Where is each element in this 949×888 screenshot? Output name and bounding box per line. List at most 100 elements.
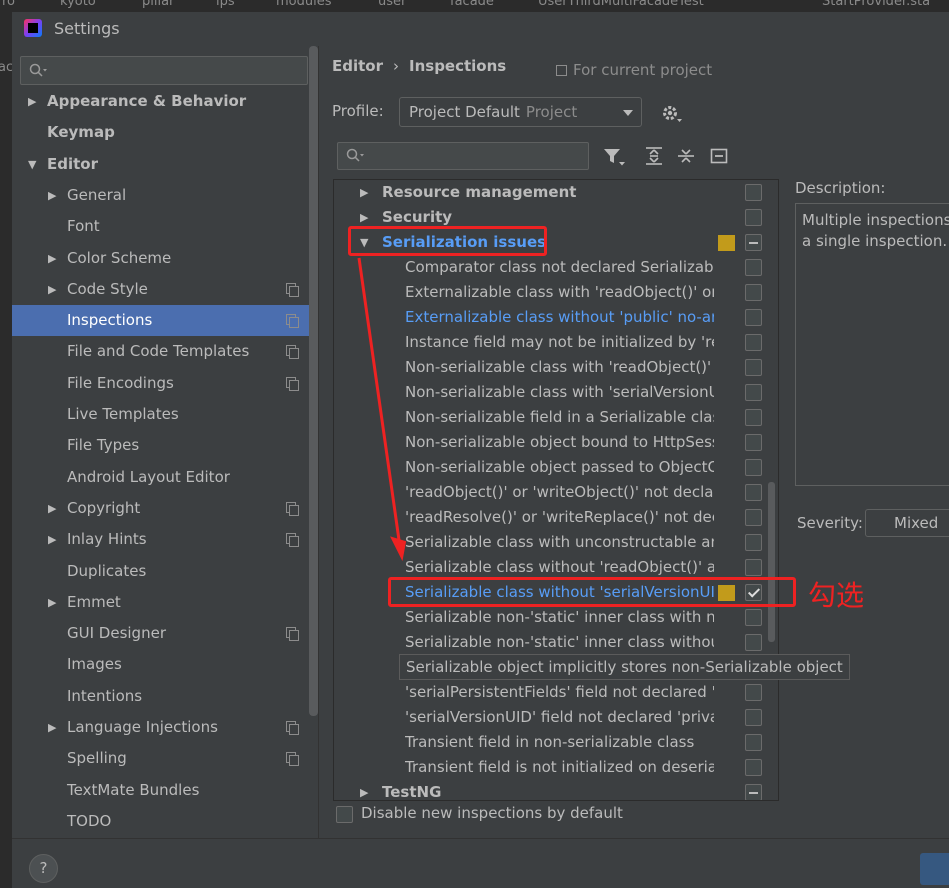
inspection-checkbox[interactable] <box>745 684 762 701</box>
sidebar-item-gui-designer[interactable]: GUI Designer <box>12 618 318 649</box>
inspection-checkbox[interactable] <box>745 309 762 326</box>
inspection-checkbox[interactable] <box>745 234 762 251</box>
sidebar-item-appearance-behavior[interactable]: ▶ Appearance & Behavior <box>12 86 318 117</box>
sidebar-item-inspections[interactable]: Inspections <box>12 305 318 337</box>
inspection-checkbox[interactable] <box>745 359 762 376</box>
inspection-label: Resource management <box>382 183 577 201</box>
inspection-checkbox[interactable] <box>745 609 762 626</box>
inspection-checkbox[interactable] <box>745 709 762 726</box>
inspection-row[interactable]: Externalizable class with 'readObject()'… <box>334 280 764 305</box>
inspection-row[interactable]: Non-serializable object passed to Object… <box>334 455 764 480</box>
sidebar-item-code-style[interactable]: ▶ Code Style <box>12 274 318 305</box>
chevron-right-icon[interactable]: ▶ <box>360 780 368 800</box>
collapse-all-icon[interactable] <box>676 146 696 166</box>
inspection-label: Non-serializable field in a Serializable… <box>405 408 714 426</box>
chevron-right-icon[interactable]: ▶ <box>48 524 58 555</box>
sidebar-item-file-encodings[interactable]: File Encodings <box>12 368 318 399</box>
inspection-row[interactable]: 'serialPersistentFields' field not decla… <box>334 680 764 705</box>
sidebar-item-android-layout-editor[interactable]: Android Layout Editor <box>12 462 318 493</box>
help-button[interactable]: ? <box>29 854 58 883</box>
chevron-down-icon[interactable]: ▼ <box>28 149 38 180</box>
inspection-checkbox[interactable] <box>745 334 762 351</box>
inspection-checkbox[interactable] <box>745 209 762 226</box>
inspection-row[interactable]: Serializable class with unconstructable … <box>334 530 764 555</box>
inspection-checkbox[interactable] <box>745 559 762 576</box>
sidebar-item-editor[interactable]: ▼ Editor <box>12 149 318 180</box>
inspection-checkbox[interactable] <box>745 759 762 776</box>
inspection-row[interactable]: Transient field in non-serializable clas… <box>334 730 764 755</box>
inspection-row[interactable]: Externalizable class without 'public' no… <box>334 305 764 330</box>
gear-icon[interactable] <box>660 103 684 125</box>
sidebar-item-images[interactable]: Images <box>12 649 318 680</box>
inspection-checkbox[interactable] <box>745 459 762 476</box>
sidebar-item-font[interactable]: Font <box>12 211 318 242</box>
inspection-row[interactable]: Transient field is not initialized on de… <box>334 755 764 780</box>
inspection-tree-scrollbar[interactable] <box>768 482 775 642</box>
inspection-row[interactable]: Serializable non-'static' inner class wi… <box>334 605 764 630</box>
sidebar-scrollbar[interactable] <box>309 46 318 716</box>
chevron-right-icon[interactable]: ▶ <box>48 243 58 274</box>
inspection-row[interactable]: Comparator class not declared Serializab… <box>334 255 764 280</box>
sidebar-item-language-injections[interactable]: ▶ Language Injections <box>12 712 318 743</box>
chevron-right-icon[interactable]: ▶ <box>28 86 38 117</box>
sidebar-item-label: Intentions <box>67 686 143 705</box>
inspection-checkbox[interactable] <box>745 284 762 301</box>
chevron-right-icon[interactable]: ▶ <box>48 712 58 743</box>
inspection-checkbox[interactable] <box>745 484 762 501</box>
chevron-right-icon[interactable]: ▶ <box>48 493 58 524</box>
inspection-checkbox[interactable] <box>745 434 762 451</box>
sidebar-item-color-scheme[interactable]: ▶ Color Scheme <box>12 243 318 274</box>
inspection-row[interactable]: Instance field may not be initialized by… <box>334 330 764 355</box>
breadcrumb-parent[interactable]: Editor <box>332 57 383 75</box>
inspection-row[interactable]: Non-serializable field in a Serializable… <box>334 405 764 430</box>
profile-dropdown[interactable]: Project Default Project <box>399 97 642 127</box>
sidebar-item-label: Images <box>67 655 122 674</box>
inspection-checkbox[interactable] <box>745 734 762 751</box>
inspection-checkbox[interactable] <box>745 634 762 651</box>
chevron-right-icon[interactable]: ▶ <box>48 180 58 211</box>
sidebar-item-emmet[interactable]: ▶ Emmet <box>12 587 318 618</box>
sidebar-item-live-templates[interactable]: Live Templates <box>12 399 318 430</box>
severity-dropdown[interactable]: Mixed <box>865 509 949 537</box>
chevron-right-icon[interactable]: ▶ <box>360 180 368 205</box>
settings-search-input[interactable] <box>20 56 308 85</box>
window-titlebar: Settings <box>12 12 949 46</box>
filter-icon[interactable] <box>602 146 626 168</box>
expand-all-icon[interactable] <box>644 146 664 166</box>
sidebar-item-file-types[interactable]: File Types <box>12 430 318 461</box>
inspection-row[interactable]: Serializable non-'static' inner class wi… <box>334 630 764 655</box>
inspection-label: Non-serializable class with 'serialVersi… <box>405 383 714 401</box>
inspection-checkbox[interactable] <box>745 509 762 526</box>
sidebar-item-todo[interactable]: TODO <box>12 806 318 837</box>
inspection-row[interactable]: Non-serializable class with 'serialVersi… <box>334 380 764 405</box>
sidebar-item-general[interactable]: ▶ General <box>12 180 318 211</box>
inspection-checkbox[interactable] <box>745 184 762 201</box>
sidebar-item-file-and-code-templates[interactable]: File and Code Templates <box>12 336 318 367</box>
sidebar-item-duplicates[interactable]: Duplicates <box>12 556 318 587</box>
disable-new-checkbox[interactable] <box>336 806 353 823</box>
ok-button[interactable] <box>920 853 949 885</box>
inspection-checkbox[interactable] <box>745 784 762 800</box>
inspection-row[interactable]: 'serialVersionUID' field not declared 'p… <box>334 705 764 730</box>
inspection-category-row[interactable]: ▶ TestNG <box>334 780 764 800</box>
inspection-row[interactable]: 'readObject()' or 'writeObject()' not de… <box>334 480 764 505</box>
inspection-row[interactable]: 'readResolve()' or 'writeReplace()' not … <box>334 505 764 530</box>
inspection-search-input[interactable] <box>337 142 589 170</box>
sidebar-item-textmate-bundles[interactable]: TextMate Bundles <box>12 775 318 806</box>
inspection-checkbox[interactable] <box>745 409 762 426</box>
inspection-category-row[interactable]: ▶ Resource management <box>334 180 764 205</box>
sidebar-item-copyright[interactable]: ▶ Copyright <box>12 493 318 524</box>
inspection-row[interactable]: Non-serializable object bound to HttpSes… <box>334 430 764 455</box>
splitter[interactable] <box>318 46 319 838</box>
chevron-right-icon[interactable]: ▶ <box>48 274 58 305</box>
sidebar-item-keymap[interactable]: Keymap <box>12 117 318 148</box>
inspection-checkbox[interactable] <box>745 384 762 401</box>
sidebar-item-intentions[interactable]: Intentions <box>12 681 318 712</box>
chevron-right-icon[interactable]: ▶ <box>48 587 58 618</box>
sidebar-item-spelling[interactable]: Spelling <box>12 743 318 774</box>
inspection-checkbox[interactable] <box>745 259 762 276</box>
inspection-checkbox[interactable] <box>745 534 762 551</box>
sidebar-item-inlay-hints[interactable]: ▶ Inlay Hints <box>12 524 318 555</box>
inspection-row[interactable]: Non-serializable class with 'readObject(… <box>334 355 764 380</box>
reset-icon[interactable] <box>709 146 729 166</box>
